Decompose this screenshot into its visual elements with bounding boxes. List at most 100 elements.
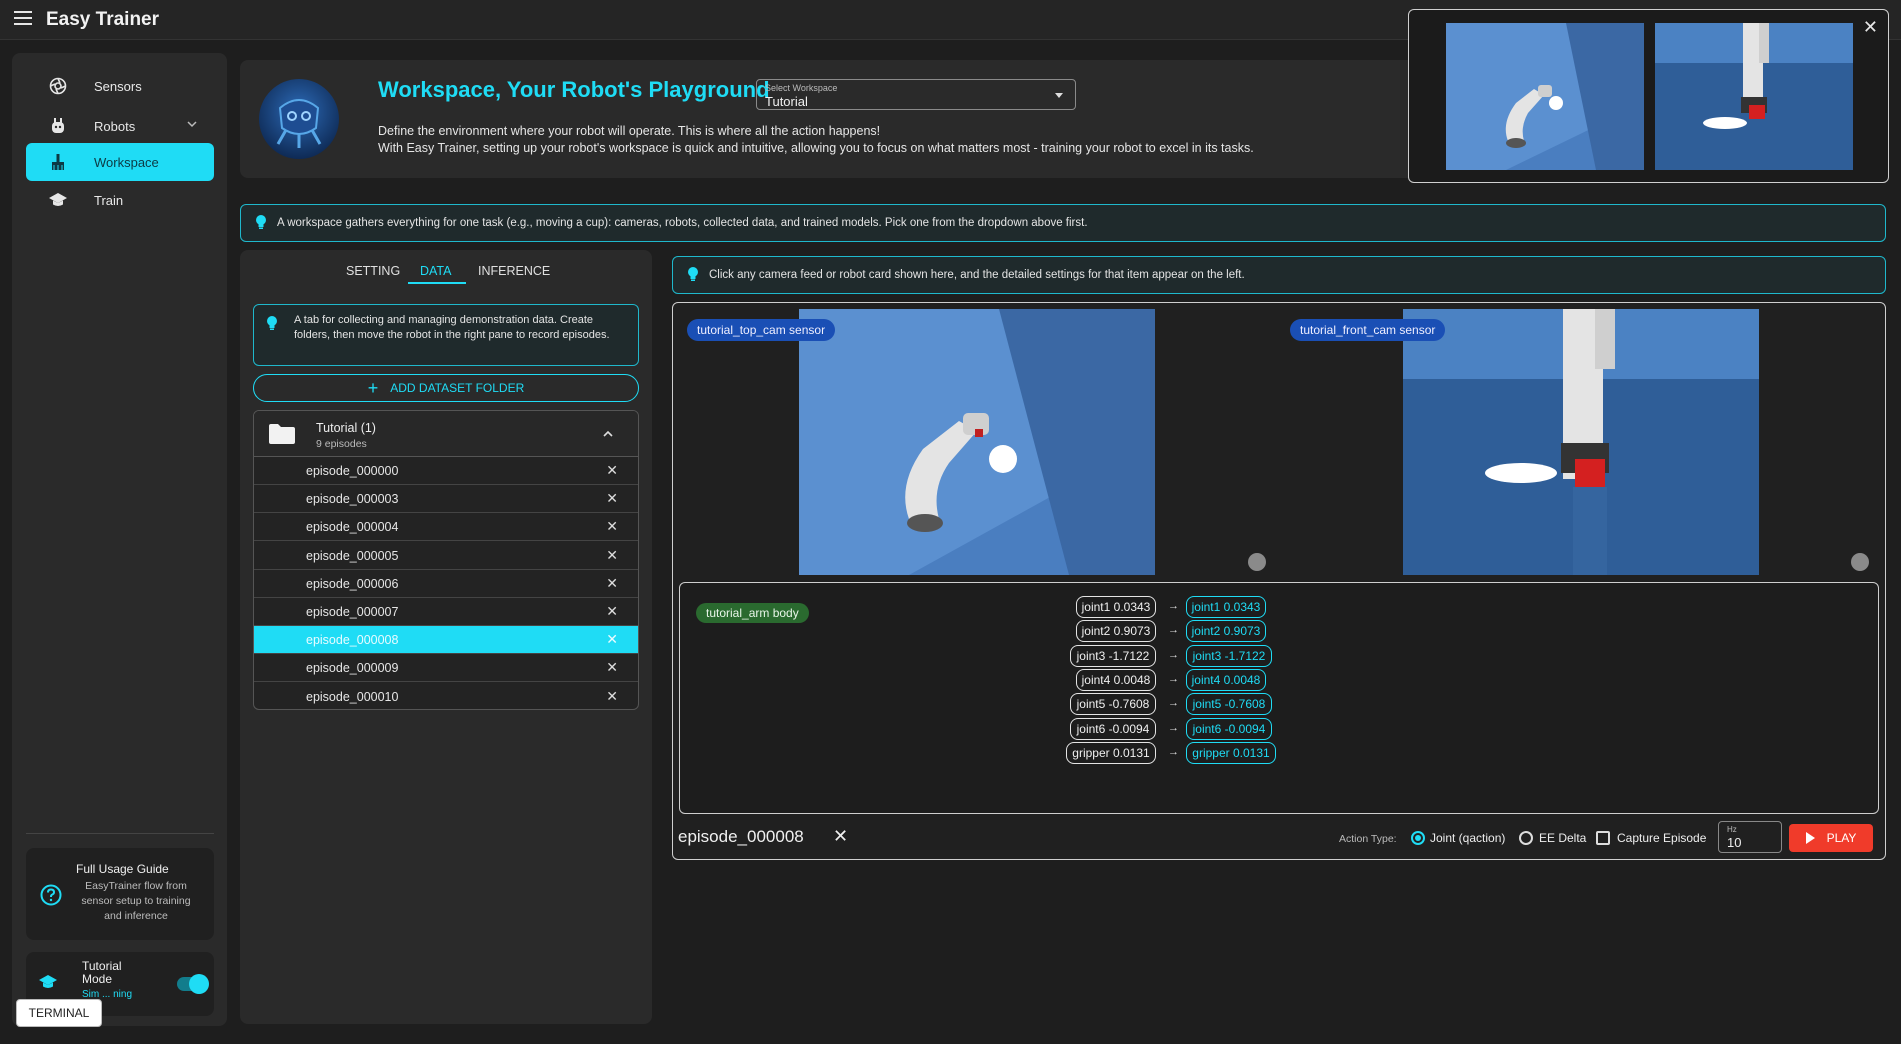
sidebar-item-train[interactable]: Train — [26, 181, 214, 219]
hz-label: Hz — [1727, 825, 1737, 834]
guide-description: EasyTrainer flow from sensor setup to tr… — [81, 880, 191, 922]
arrow-right-icon: → — [1168, 624, 1179, 637]
radio-joint-qaction[interactable] — [1411, 831, 1425, 845]
lightbulb-icon — [266, 315, 278, 336]
tutorial-mode-title: Tutorial Mode — [82, 959, 122, 986]
hz-value: 10 — [1727, 835, 1742, 850]
joint-source-value: joint2 0.9073 — [1076, 620, 1156, 643]
joint-target-value: joint4 0.0048 — [1186, 668, 1266, 691]
page-description-1: Define the environment where your robot … — [378, 124, 881, 138]
workspace-select[interactable]: Select Workspace Tutorial — [756, 79, 1076, 110]
episode-row[interactable]: episode_000008 ✕ — [254, 626, 638, 655]
joint-source-value: joint6 -0.0094 — [1070, 717, 1156, 740]
robot-logo-icon — [259, 79, 339, 159]
episode-name: episode_000005 — [306, 548, 399, 563]
folder-name: Tutorial (1) — [316, 421, 376, 435]
episode-name: episode_000006 — [306, 576, 399, 591]
front-cam-label[interactable]: tutorial_front_cam sensor — [1290, 319, 1446, 341]
front-cam-feed[interactable] — [1403, 309, 1759, 575]
chevron-down-icon[interactable] — [186, 118, 198, 133]
episode-name: episode_000000 — [306, 464, 399, 478]
option-joint-qaction: Joint (qaction) — [1430, 831, 1506, 845]
joint-source-value: joint3 -1.7122 — [1070, 644, 1156, 667]
joint-source-value: joint1 0.0343 — [1076, 596, 1156, 618]
terminal-button[interactable]: TERMINAL — [16, 999, 102, 1027]
arrow-right-icon: → — [1168, 672, 1179, 685]
joint-target-value: joint5 -0.7608 — [1186, 693, 1272, 716]
select-value: Tutorial — [765, 94, 808, 109]
tab-data[interactable]: DATA — [420, 264, 451, 278]
episode-row[interactable]: episode_000010 ✕ — [254, 683, 638, 709]
joint-source-value: gripper 0.0131 — [1066, 741, 1156, 764]
sidebar-divider — [26, 833, 214, 834]
episode-row[interactable]: episode_000005 ✕ — [254, 542, 638, 570]
joint-source-value: joint5 -0.7608 — [1070, 693, 1156, 716]
add-folder-label: ADD DATASET FOLDER — [390, 381, 525, 395]
sidebar-item-robots[interactable]: Robots — [26, 107, 214, 145]
close-icon[interactable]: ✕ — [1863, 17, 1878, 38]
episode-row[interactable]: episode_000000 ✕ — [254, 457, 638, 485]
sidebar: Sensors Robots Workspace Train Full Usag… — [12, 53, 227, 1026]
play-button[interactable]: PLAY — [1789, 824, 1873, 852]
tutorial-mode-toggle[interactable] — [177, 974, 209, 994]
plus-icon: + — [367, 378, 379, 398]
select-label: Select Workspace — [765, 83, 838, 93]
delete-episode-icon[interactable]: ✕ — [606, 575, 618, 592]
sidebar-item-sensors[interactable]: Sensors — [26, 67, 214, 105]
help-circle-icon — [40, 884, 62, 911]
delete-episode-icon[interactable]: ✕ — [606, 659, 618, 676]
lightbulb-icon — [687, 266, 699, 285]
hz-input[interactable]: Hz 10 — [1718, 821, 1782, 853]
episode-row[interactable]: episode_000006 ✕ — [254, 570, 638, 598]
arm-card[interactable]: tutorial_arm body joint1 0.0343 → joint1 0… — [679, 582, 1879, 814]
usage-guide-card[interactable]: Full Usage Guide EasyTrainer flow from s… — [26, 848, 214, 940]
joint-target-value: joint6 -0.0094 — [1186, 717, 1272, 740]
delete-episode-icon[interactable]: ✕ — [606, 518, 618, 535]
joint-target-value: joint2 0.9073 — [1186, 620, 1266, 643]
sidebar-item-workspace[interactable]: Workspace — [26, 143, 214, 181]
delete-episode-icon[interactable]: ✕ — [606, 631, 618, 648]
delete-episode-icon[interactable]: ✕ — [606, 547, 618, 564]
menu-icon[interactable] — [14, 11, 32, 27]
top-cam-thumbnail[interactable] — [1446, 23, 1644, 170]
front-cam-thumbnail[interactable] — [1655, 23, 1853, 170]
add-dataset-folder-button[interactable]: + ADD DATASET FOLDER — [253, 374, 639, 402]
episode-name: episode_000009 — [306, 661, 399, 676]
sidebar-item-label: Sensors — [94, 78, 142, 94]
episode-row[interactable]: episode_000007 ✕ — [254, 598, 638, 626]
delete-episode-icon[interactable]: ✕ — [606, 462, 618, 479]
folder-episode-count: 9 episodes — [316, 438, 367, 450]
graduation-cap-icon — [38, 974, 58, 995]
click-info-text: Click any camera feed or robot card show… — [709, 269, 1245, 281]
joint-source-value: joint4 0.0048 — [1076, 668, 1156, 691]
data-tab-info: A tab for collecting and managing demons… — [253, 304, 639, 366]
delete-episode-icon[interactable]: ✕ — [606, 688, 618, 705]
radio-ee-delta[interactable] — [1519, 831, 1533, 845]
episode-name: episode_000007 — [306, 605, 399, 619]
tab-setting[interactable]: SETTING — [346, 264, 400, 278]
episode-name: episode_000010 — [306, 689, 399, 704]
left-panel: SETTING DATA INFERENCE A tab for collect… — [240, 250, 652, 1024]
top-cam-label[interactable]: tutorial_top_cam sensor — [687, 319, 836, 341]
tab-inference[interactable]: INFERENCE — [478, 264, 550, 278]
eye-off-icon[interactable] — [1248, 553, 1266, 571]
lightbulb-icon — [255, 214, 267, 233]
delete-episode-icon[interactable]: ✕ — [606, 603, 618, 620]
eye-off-icon[interactable] — [1851, 553, 1869, 571]
episode-row[interactable]: episode_000004 ✕ — [254, 513, 638, 542]
capture-episode-label: Capture Episode — [1617, 831, 1707, 845]
guide-title: Full Usage Guide — [76, 862, 169, 876]
capture-episode-checkbox[interactable] — [1596, 831, 1610, 845]
click-info-banner: Click any camera feed or robot card show… — [672, 256, 1886, 294]
close-icon[interactable]: ✕ — [833, 826, 848, 847]
episode-row[interactable]: episode_000009 ✕ — [254, 654, 638, 683]
folder-header[interactable]: Tutorial (1) 9 episodes — [254, 411, 638, 457]
camera-preview-popup: ✕ — [1408, 9, 1889, 183]
top-cam-feed[interactable] — [799, 309, 1155, 575]
chevron-up-icon[interactable] — [602, 427, 614, 445]
page-title: Workspace, Your Robot's Playground — [378, 77, 770, 102]
arrow-right-icon: → — [1168, 745, 1179, 758]
folder-icon — [268, 423, 296, 450]
episode-row[interactable]: episode_000003 ✕ — [254, 485, 638, 514]
delete-episode-icon[interactable]: ✕ — [606, 490, 618, 507]
